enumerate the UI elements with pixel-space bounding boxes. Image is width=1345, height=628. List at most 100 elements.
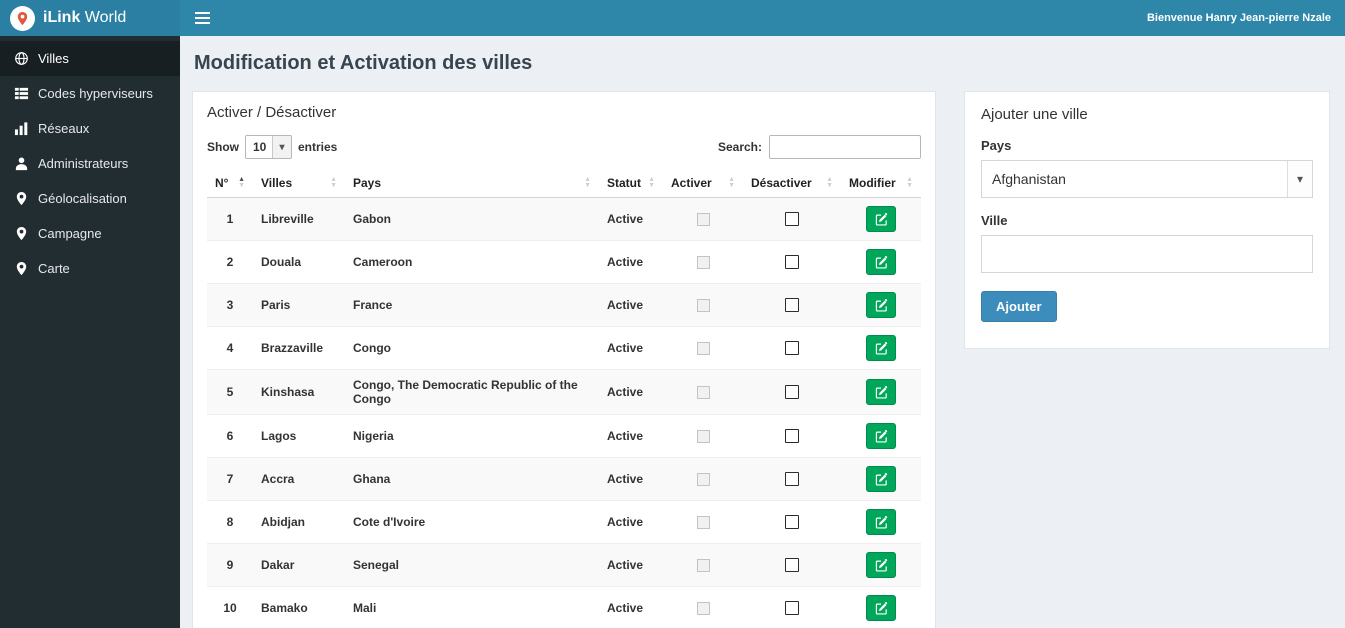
desactiver-checkbox[interactable] — [785, 515, 799, 530]
activer-checkbox — [696, 559, 710, 573]
cell-statut: Active — [599, 414, 663, 458]
desactiver-checkbox[interactable] — [785, 601, 799, 616]
pays-select[interactable]: Afghanistan — [981, 160, 1313, 198]
sort-icon: ▲ ▼ — [238, 176, 245, 189]
desactiver-checkbox[interactable] — [785, 558, 799, 573]
sidebar-item-villes[interactable]: Villes — [0, 41, 180, 76]
search-input[interactable] — [769, 135, 921, 159]
edit-icon — [875, 515, 888, 529]
modifier-button[interactable] — [866, 292, 896, 318]
cell-pays: Cameroon — [345, 240, 599, 284]
table-row: 4 Brazzaville Congo Active — [207, 326, 921, 370]
sort-icon: ▲ ▼ — [584, 176, 591, 189]
cell-num: 2 — [207, 240, 253, 284]
edit-icon — [875, 472, 888, 486]
cell-pays: France — [345, 283, 599, 327]
page-length-control: Show 10 entries — [207, 135, 337, 159]
activer-checkbox — [696, 516, 710, 530]
sidebar: Villes Codes hyperviseurs Réseaux Administr… — [0, 36, 180, 628]
edit-icon — [875, 558, 888, 572]
table-row: 8 Abidjan Cote d'Ivoire Active — [207, 500, 921, 544]
activer-checkbox — [696, 256, 710, 270]
sidebar-item-geolocalisation[interactable]: Géolocalisation — [0, 181, 180, 216]
edit-icon — [875, 429, 888, 443]
column-header-statut[interactable]: Statut ▲ ▼ — [599, 169, 663, 198]
column-header-activer[interactable]: Activer ▲ ▼ — [663, 169, 743, 198]
modifier-button[interactable] — [866, 552, 896, 578]
sidebar-item-reseaux[interactable]: Réseaux — [0, 111, 180, 146]
cell-statut: Active — [599, 543, 663, 587]
cell-pays: Nigeria — [345, 414, 599, 458]
cell-statut: Active — [599, 457, 663, 501]
table-row: 1 Libreville Gabon Active — [207, 197, 921, 241]
edit-icon — [875, 212, 888, 226]
sort-icon: ▲ ▼ — [648, 176, 655, 189]
column-label: Villes — [261, 176, 293, 190]
cell-num: 5 — [207, 369, 253, 415]
sidebar-item-carte[interactable]: Carte — [0, 251, 180, 286]
column-header-modifier[interactable]: Modifier ▲ ▼ — [841, 169, 921, 198]
desactiver-checkbox[interactable] — [785, 341, 799, 356]
map-marker-icon — [14, 191, 29, 206]
modifier-button[interactable] — [866, 249, 896, 275]
logo-icon — [10, 5, 35, 31]
sidebar-item-campagne[interactable]: Campagne — [0, 216, 180, 251]
desactiver-checkbox[interactable] — [785, 212, 799, 227]
cell-statut: Active — [599, 197, 663, 241]
table-row: 3 Paris France Active — [207, 283, 921, 327]
show-label: Show — [207, 140, 239, 154]
desactiver-checkbox[interactable] — [785, 298, 799, 313]
sidebar-item-label: Campagne — [38, 226, 102, 241]
ville-input[interactable] — [981, 235, 1313, 273]
cell-pays: Gabon — [345, 197, 599, 241]
sidebar-item-codes-hyperviseurs[interactable]: Codes hyperviseurs — [0, 76, 180, 111]
desactiver-checkbox[interactable] — [785, 255, 799, 270]
cell-num: 9 — [207, 543, 253, 587]
sidebar-toggle-button[interactable] — [180, 0, 224, 36]
bar-chart-icon — [14, 121, 29, 136]
desactiver-checkbox[interactable] — [785, 429, 799, 444]
edit-icon — [875, 341, 888, 355]
sidebar-menu: Villes Codes hyperviseurs Réseaux Administr… — [0, 41, 180, 286]
modifier-button[interactable] — [866, 423, 896, 449]
column-header-villes[interactable]: Villes ▲ ▼ — [253, 169, 345, 198]
sidebar-item-label: Codes hyperviseurs — [38, 86, 153, 101]
desactiver-checkbox[interactable] — [785, 472, 799, 487]
cell-ville: Brazzaville — [253, 326, 345, 370]
desactiver-checkbox[interactable] — [785, 385, 799, 400]
cell-ville: Abidjan — [253, 500, 345, 544]
villes-panel-title: Activer / Désactiver — [207, 104, 337, 121]
column-label: Modifier — [849, 176, 896, 190]
hamburger-icon — [194, 12, 210, 24]
brand[interactable]: iLink World — [0, 0, 180, 36]
table-row: 7 Accra Ghana Active — [207, 457, 921, 501]
sidebar-item-administrateurs[interactable]: Administrateurs — [0, 146, 180, 181]
modifier-button[interactable] — [866, 595, 896, 621]
sort-icon: ▲ ▼ — [330, 176, 337, 189]
cell-pays: Congo, The Democratic Republic of the Co… — [345, 369, 599, 415]
modifier-button[interactable] — [866, 206, 896, 232]
cell-pays: Senegal — [345, 543, 599, 587]
main-content: Modification et Activation des villes Ac… — [180, 36, 1345, 628]
villes-panel: Activer / Désactiver Show 10 entries Sea… — [192, 91, 936, 628]
modifier-button[interactable] — [866, 466, 896, 492]
column-header-desactiver[interactable]: Désactiver ▲ ▼ — [743, 169, 841, 198]
page-length-select[interactable]: 10 — [245, 135, 292, 159]
column-label: Statut — [607, 176, 641, 190]
cell-pays: Mali — [345, 586, 599, 628]
cell-pays: Congo — [345, 326, 599, 370]
column-header-pays[interactable]: Pays ▲ ▼ — [345, 169, 599, 198]
column-header-n[interactable]: N° ▲ ▼ — [207, 169, 253, 198]
modifier-button[interactable] — [866, 379, 896, 405]
cell-statut: Active — [599, 500, 663, 544]
cell-num: 4 — [207, 326, 253, 370]
ajouter-button[interactable]: Ajouter — [981, 291, 1057, 322]
cell-num: 7 — [207, 457, 253, 501]
pays-label: Pays — [981, 138, 1012, 153]
th-list-icon — [14, 86, 29, 101]
modifier-button[interactable] — [866, 509, 896, 535]
modifier-button[interactable] — [866, 335, 896, 361]
map-marker-icon — [14, 226, 29, 241]
map-marker-icon — [14, 261, 29, 276]
sidebar-item-label: Géolocalisation — [38, 191, 127, 206]
